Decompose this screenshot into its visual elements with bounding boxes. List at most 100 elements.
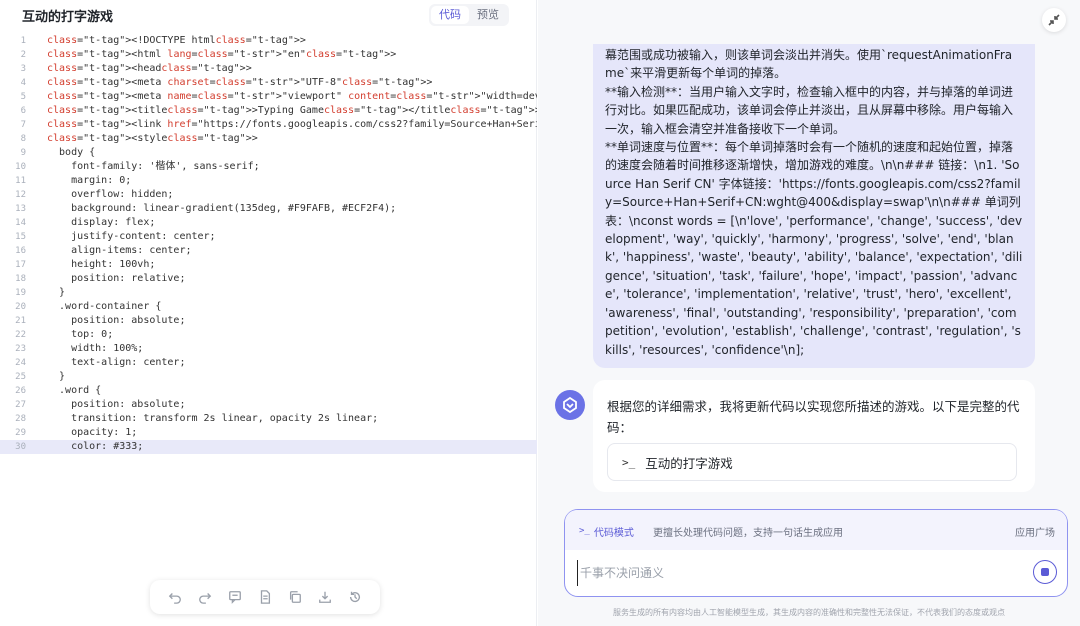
- tab-code[interactable]: 代码: [431, 6, 469, 24]
- line-number: 26: [15, 386, 26, 396]
- disclaimer: 服务生成的所有内容均由人工智能模型生成，其生成内容的准确性和完整性无法保证，不代…: [613, 608, 1005, 617]
- line-number: 19: [15, 288, 26, 298]
- code-line: 24 text-align: center;: [0, 356, 537, 370]
- code-line: 23 width: 100%;: [0, 342, 537, 356]
- terminal-icon: >_: [579, 526, 590, 536]
- code-text: class="t-tag"><html lang=class="t-str">"…: [47, 49, 397, 60]
- code-mode-chip[interactable]: >_ 代码模式: [579, 522, 634, 540]
- tab-preview[interactable]: 预览: [469, 6, 507, 24]
- composer-mode-bar: >_ 代码模式 更擅长处理代码问题，支持一句话生成应用 应用广场: [565, 510, 1067, 550]
- line-number: 5: [20, 92, 26, 102]
- code-text: class="t-tag"><!DOCTYPE htmlclass="t-tag…: [47, 35, 306, 46]
- code-text: margin: 0;: [47, 175, 132, 186]
- assistant-avatar: [555, 390, 585, 420]
- line-number: 12: [15, 190, 26, 200]
- code-artifact-card[interactable]: >_ 互动的打字游戏: [607, 443, 1017, 481]
- code-line: 19 }: [0, 286, 537, 300]
- code-text: class="t-tag"><link href="https://fonts.…: [47, 119, 537, 130]
- line-number: 8: [20, 134, 26, 144]
- code-text: opacity: 1;: [47, 427, 138, 438]
- code-text: }: [47, 371, 66, 382]
- code-text: }: [47, 287, 66, 298]
- code-line: 15 justify-content: center;: [0, 230, 537, 244]
- user-message-para: **单词速度与位置**：每个单词掉落时会有一个随机的速度和起始位置，掉落的速度会…: [605, 140, 1023, 357]
- line-number: 10: [15, 162, 26, 172]
- code-line: 11 margin: 0;: [0, 174, 537, 188]
- panel-title: 互动的打字游戏: [22, 10, 114, 25]
- line-number: 29: [15, 428, 26, 438]
- code-text: class="t-tag"><styleclass="t-tag">>: [47, 133, 258, 144]
- redo-icon[interactable]: [196, 588, 214, 606]
- code-text: width: 100%;: [47, 343, 144, 354]
- code-text: position: relative;: [47, 273, 186, 284]
- line-number: 4: [20, 78, 26, 88]
- line-number: 15: [15, 232, 26, 242]
- code-text: color: #333;: [47, 441, 144, 452]
- code-text: class="t-tag"><meta charset=class="t-str…: [47, 77, 433, 88]
- document-icon[interactable]: [256, 588, 274, 606]
- code-text: class="t-tag"><meta name=class="t-str">"…: [47, 91, 537, 102]
- code-line: 9 body {: [0, 146, 537, 160]
- code-line: 16 align-items: center;: [0, 244, 537, 258]
- copy-icon[interactable]: [286, 588, 304, 606]
- code-line: 4 class="t-tag"><meta charset=class="t-st…: [0, 76, 537, 90]
- history-icon[interactable]: [346, 588, 364, 606]
- code-line: 29 opacity: 1;: [0, 426, 537, 440]
- code-text: justify-content: center;: [47, 231, 216, 242]
- code-line: 10 font-family: '楷体', sans-serif;: [0, 160, 537, 174]
- code-line: 17 height: 100vh;: [0, 258, 537, 272]
- editor-toolbar: [150, 580, 380, 614]
- chat-input[interactable]: [577, 560, 1017, 586]
- line-number: 21: [15, 316, 26, 326]
- code-mode-label: 代码模式: [593, 527, 634, 539]
- code-text: class="t-tag"><titleclass="t-tag">>Typin…: [47, 105, 537, 116]
- comment-icon[interactable]: [226, 588, 244, 606]
- code-text: top: 0;: [47, 329, 114, 340]
- line-number: 23: [15, 344, 26, 354]
- code-editor[interactable]: 1 class="t-tag"><!DOCTYPE htmlclass="t-ta…: [0, 34, 537, 454]
- line-number: 13: [15, 204, 26, 214]
- view-tabs: 代码 预览: [429, 4, 509, 26]
- code-panel: 互动的打字游戏 代码 预览 1 class="t-tag"><!DOCTYPE h…: [0, 0, 537, 626]
- line-number: 20: [15, 302, 26, 312]
- code-line: 21 position: absolute;: [0, 314, 537, 328]
- code-line: 3 class="t-tag"><headclass="t-tag">>: [0, 62, 537, 76]
- mode-description: 更擅长处理代码问题，支持一句话生成应用: [653, 528, 843, 539]
- code-text: align-items: center;: [47, 245, 192, 256]
- chat-panel: 幕范围或成功被输入，则该单词会淡出并消失。使用`requestAnimation…: [538, 0, 1080, 626]
- line-number: 17: [15, 260, 26, 270]
- undo-icon[interactable]: [166, 588, 184, 606]
- assistant-message-text: 根据您的详细需求，我将更新代码以实现您所描述的游戏。以下是完整的代码：: [607, 399, 1020, 435]
- code-text: .word {: [47, 385, 102, 396]
- code-line: 13 background: linear-gradient(135deg, #…: [0, 202, 537, 216]
- code-line: 20 .word-container {: [0, 300, 537, 314]
- code-text: text-align: center;: [47, 357, 186, 368]
- line-number: 6: [20, 106, 26, 116]
- code-line: 12 overflow: hidden;: [0, 188, 537, 202]
- code-line: 7 class="t-tag"><link href="https://fonts…: [0, 118, 537, 132]
- line-number: 18: [15, 274, 26, 284]
- code-line: 27 position: absolute;: [0, 398, 537, 412]
- user-message-para: **输入检测**：当用户输入文字时，检查输入框中的内容，并与掉落的单词进行对比。…: [605, 84, 1014, 136]
- stop-generation-button[interactable]: [1033, 560, 1057, 584]
- line-number: 25: [15, 372, 26, 382]
- line-number: 3: [20, 64, 26, 74]
- app-plaza-link[interactable]: 应用广场: [1015, 524, 1055, 539]
- code-line: 14 display: flex;: [0, 216, 537, 230]
- download-icon[interactable]: [316, 588, 334, 606]
- collapse-button[interactable]: [1042, 8, 1066, 32]
- code-text: body {: [47, 147, 96, 158]
- line-number: 24: [15, 358, 26, 368]
- user-message: 幕范围或成功被输入，则该单词会淡出并消失。使用`requestAnimation…: [593, 44, 1035, 368]
- line-number: 30: [15, 442, 26, 452]
- code-text: class="t-tag"><headclass="t-tag">>: [47, 63, 252, 74]
- stop-icon: [1041, 568, 1049, 576]
- code-line: 6 class="t-tag"><titleclass="t-tag">>Typi…: [0, 104, 537, 118]
- assistant-message: 根据您的详细需求，我将更新代码以实现您所描述的游戏。以下是完整的代码： >_ 互…: [593, 380, 1035, 492]
- assistant-logo-icon: [563, 396, 577, 414]
- code-line: 18 position: relative;: [0, 272, 537, 286]
- code-line: 5 class="t-tag"><meta name=class="t-str">…: [0, 90, 537, 104]
- code-text: display: flex;: [47, 217, 156, 228]
- line-number: 27: [15, 400, 26, 410]
- code-line: 22 top: 0;: [0, 328, 537, 342]
